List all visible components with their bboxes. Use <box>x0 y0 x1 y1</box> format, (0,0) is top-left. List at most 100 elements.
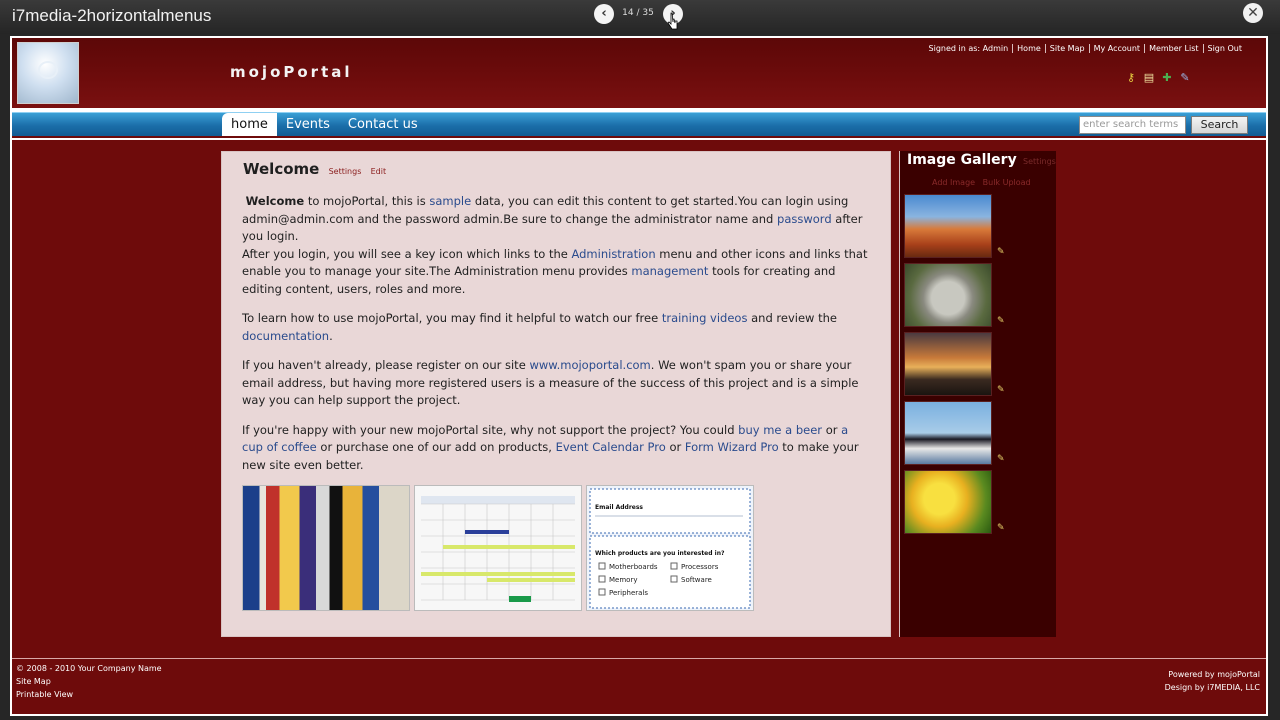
management-link[interactable]: management <box>631 264 708 278</box>
form-option: Processors <box>681 563 719 571</box>
text-span: If you haven't already, please register … <box>242 358 530 372</box>
add-image-link[interactable]: Add Image <box>932 178 975 187</box>
edit-link[interactable]: Edit <box>371 167 387 176</box>
mouse-cursor-icon <box>668 12 678 30</box>
site-name[interactable]: mojoPortal <box>230 63 353 81</box>
printable-view-link[interactable]: Printable View <box>16 688 162 701</box>
search-input[interactable]: enter search terms <box>1079 116 1186 134</box>
gallery-image-penguins[interactable] <box>904 401 992 465</box>
welcome-text: Welcome to mojoPortal, this is sample da… <box>242 193 872 486</box>
footer-site-map-link[interactable]: Site Map <box>16 675 162 688</box>
paragraph-3: To learn how to use mojoPortal, you may … <box>242 310 872 345</box>
settings-link[interactable]: Settings <box>329 167 362 176</box>
new-page-icon[interactable]: ✚ <box>1160 71 1174 85</box>
web-page: mojoPortal Signed in as: Admin Home Site… <box>10 36 1268 716</box>
text-span: or <box>822 422 842 437</box>
menu-divider <box>12 138 1266 140</box>
edit-pencil-icon[interactable]: ✎ <box>997 316 1005 326</box>
image-gallery: Image Gallery Settings Add Image Bulk Up… <box>899 151 1056 637</box>
text-span: If you're happy with your new mojoPortal… <box>242 422 739 437</box>
text-span: To learn how to use mojoPortal, you may … <box>242 311 662 325</box>
administration-link[interactable]: Administration <box>571 247 655 261</box>
file-manager-icon[interactable]: ▤ <box>1142 71 1156 85</box>
buy-me-a-beer-link[interactable]: buy me a beer <box>738 423 822 437</box>
site-logo[interactable] <box>17 42 79 104</box>
chevron-left-icon: ‹ <box>601 6 607 21</box>
mojoportal-site-link[interactable]: www.mojoportal.com <box>529 358 650 372</box>
footer-left: © 2008 - 2010 Your Company Name Site Map… <box>16 662 162 701</box>
edit-pencil-icon[interactable]: ✎ <box>997 247 1005 257</box>
home-link[interactable]: Home <box>1012 44 1045 53</box>
text-span: and review the <box>747 311 837 325</box>
training-videos-link[interactable]: training videos <box>662 311 748 325</box>
text-span: or purchase one of our add on products, <box>316 440 556 454</box>
paragraph-1: Welcome to mojoPortal, this is sample da… <box>242 193 872 246</box>
books-image[interactable] <box>242 485 410 611</box>
my-account-link[interactable]: My Account <box>1088 44 1144 53</box>
form-option: Peripherals <box>609 589 649 597</box>
welcome-panel: Welcome Settings Edit Welcome to mojoPor… <box>221 151 891 637</box>
paragraph-5: If you're happy with your new mojoPortal… <box>242 422 872 475</box>
paragraph-2: After you login, you will see a key icon… <box>242 246 872 299</box>
gallery-image-lighthouse[interactable] <box>904 332 992 396</box>
bulk-upload-link[interactable]: Bulk Upload <box>983 178 1031 187</box>
signed-in-as-link[interactable]: Signed in as: Admin <box>925 44 1013 53</box>
powered-by-link[interactable]: Powered by mojoPortal <box>1165 668 1260 681</box>
menu-item-home[interactable]: home <box>222 113 277 136</box>
site-header: mojoPortal Signed in as: Admin Home Site… <box>12 38 1266 108</box>
top-links: Signed in as: Admin Home Site Map My Acc… <box>925 44 1246 53</box>
gallery-image-desert[interactable] <box>904 194 992 258</box>
close-viewer-button[interactable]: ✕ <box>1243 3 1263 23</box>
page-title: Welcome <box>243 160 320 178</box>
calendar-illustration <box>415 486 581 610</box>
viewer-title: i7media-2horizontalmenus <box>12 6 212 25</box>
sign-out-link[interactable]: Sign Out <box>1202 44 1247 53</box>
menu-item-events[interactable]: Events <box>277 113 339 136</box>
form-option: Memory <box>609 576 638 584</box>
content-heading: Welcome Settings Edit <box>243 160 386 178</box>
logo-mark-icon <box>38 61 58 79</box>
edit-page-icon[interactable]: ✎ <box>1178 71 1192 85</box>
form-option: Software <box>681 576 712 584</box>
paragraph-4: If you haven't already, please register … <box>242 357 872 410</box>
key-icon[interactable]: ⚷ <box>1124 71 1138 85</box>
sample-link[interactable]: sample <box>429 194 471 208</box>
text-span: to mojoPortal, this is <box>304 194 430 208</box>
gallery-image-tulips[interactable] <box>904 470 992 534</box>
product-thumbnails: Email Address Which products are you int… <box>242 485 754 611</box>
gallery-actions: Add Image Bulk Upload <box>932 178 1036 187</box>
edit-pencil-icon[interactable]: ✎ <box>997 523 1005 533</box>
form-email-label: Email Address <box>595 504 644 511</box>
text-span: . <box>329 328 333 343</box>
text-span: After you login, you will see a key icon… <box>242 246 572 261</box>
edit-pencil-icon[interactable]: ✎ <box>997 454 1005 464</box>
main-menu: home Events Contact us <box>222 113 427 136</box>
form-wizard-image[interactable]: Email Address Which products are you int… <box>586 485 754 611</box>
design-by-link[interactable]: Design by i7MEDIA, LLC <box>1165 681 1260 694</box>
footer-divider <box>12 658 1266 659</box>
edit-pencil-icon[interactable]: ✎ <box>997 385 1005 395</box>
close-icon: ✕ <box>1247 5 1259 21</box>
gallery-image-koala[interactable] <box>904 263 992 327</box>
form-question-label: Which products are you interested in? <box>595 550 725 557</box>
site-map-link[interactable]: Site Map <box>1044 44 1089 53</box>
event-calendar-image[interactable] <box>414 485 582 611</box>
password-link[interactable]: password <box>777 212 832 226</box>
slide-counter: 14 / 35 <box>622 8 654 18</box>
form-wizard-pro-link[interactable]: Form Wizard Pro <box>685 440 779 454</box>
previous-slide-button[interactable]: ‹ <box>594 4 614 24</box>
search-button[interactable]: Search <box>1191 116 1248 134</box>
menu-item-contact-us[interactable]: Contact us <box>339 113 427 136</box>
viewer-toolbar: i7media-2horizontalmenus ‹ 14 / 35 › ✕ <box>0 0 1280 34</box>
text-span: or <box>665 440 685 454</box>
member-list-link[interactable]: Member List <box>1144 44 1202 53</box>
main-menu-bar: home Events Contact us enter search term… <box>12 112 1266 136</box>
form-option: Motherboards <box>609 563 658 571</box>
footer-right: Powered by mojoPortal Design by i7MEDIA,… <box>1165 668 1260 694</box>
welcome-bold: Welcome <box>245 194 305 208</box>
gallery-title: Image Gallery <box>907 152 1017 168</box>
documentation-link[interactable]: documentation <box>242 329 329 343</box>
gallery-settings-link[interactable]: Settings <box>1023 157 1056 166</box>
admin-icons: ⚷ ▤ ✚ ✎ <box>1124 71 1192 85</box>
event-calendar-pro-link[interactable]: Event Calendar Pro <box>556 440 666 454</box>
